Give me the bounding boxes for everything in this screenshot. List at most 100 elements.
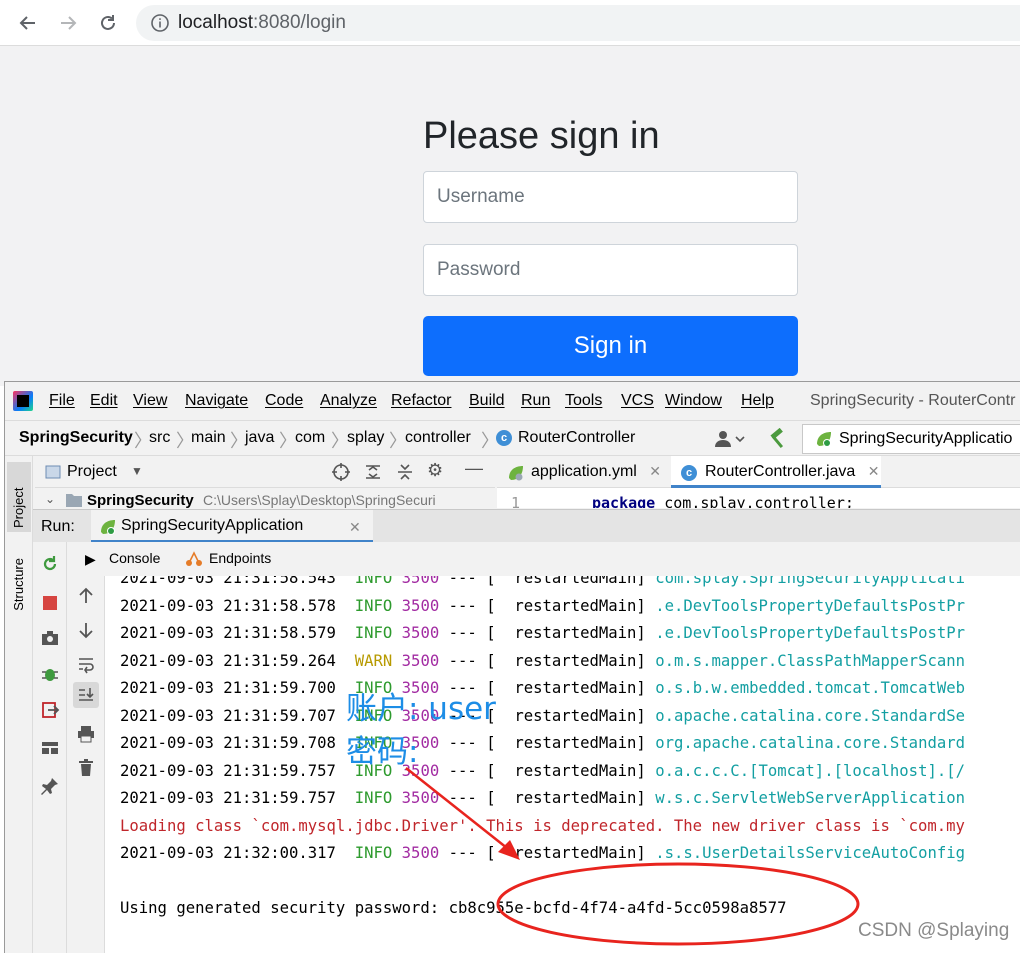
rerun-icon[interactable] [40,554,60,574]
run-toolbar [33,542,67,953]
console-toolbar [67,576,105,953]
print-icon[interactable] [76,724,96,744]
sign-in-button[interactable]: Sign in [423,316,798,376]
menu-window[interactable]: Window [665,392,722,410]
project-root-path: C:\Users\Splay\Desktop\SpringSecuri [203,492,436,508]
menu-refactor[interactable]: Refactor [391,392,451,410]
stop-icon[interactable] [43,596,57,610]
back-button[interactable] [14,9,42,37]
arrow-left-icon [19,16,35,30]
generated-password-line: Using generated security password: cb8c9… [120,899,787,917]
console-output[interactable]: 2021-09-03 21:31:58.543 INFO 3500 --- [ … [105,576,1020,953]
username-input[interactable] [423,171,798,223]
line-number: 1 [511,494,521,508]
exit-icon[interactable] [40,700,60,720]
chevron-down-icon: ⌄ [45,492,56,506]
window-title: SpringSecurity - RouterContr [810,392,1016,409]
log-line: 2021-09-03 21:31:59.707 INFO 3500 --- [ … [120,707,966,725]
breadcrumb-com[interactable]: com [295,429,325,447]
breadcrumb-java[interactable]: java [245,429,274,447]
log-line: 2021-09-03 21:31:59.708 INFO 3500 --- [ … [120,734,966,752]
breadcrumb-src[interactable]: src [149,429,170,447]
url-path: :8080/login [253,12,346,33]
code-line: package com.splay.controller; [592,494,854,508]
info-icon [151,14,169,32]
browser-toolbar: localhost:8080/login [0,0,1020,46]
arrow-up-icon[interactable] [76,586,96,606]
project-panel-header: Project ▼ ⚙ — [35,456,495,488]
menu-run[interactable]: Run [521,392,550,410]
breadcrumb-controller[interactable]: controller [405,429,471,447]
code-editor[interactable]: 1 package com.splay.controller; [497,488,1020,508]
menu-analyze[interactable]: Analyze [320,392,377,410]
menu-vcs[interactable]: VCS [621,392,654,410]
intellij-logo-icon [13,391,33,411]
tab-endpoints[interactable]: Endpoints [209,550,271,566]
minimize-icon[interactable]: — [465,458,483,479]
page-title: Please sign in [423,115,660,157]
soft-wrap-icon[interactable] [76,654,96,674]
reload-button[interactable] [94,9,122,37]
menu-tools[interactable]: Tools [565,392,602,410]
breadcrumb-splay[interactable]: splay [347,429,384,447]
project-root-name: SpringSecurity [87,492,194,508]
run-configuration-select[interactable]: SpringSecurityApplicatio [802,424,1020,454]
collapse-all-icon[interactable] [395,462,415,482]
run-configuration-label: SpringSecurityApplicatio [839,430,1013,447]
run-tab[interactable]: SpringSecurityApplication ✕ [91,510,373,543]
menu-view[interactable]: View [133,392,167,410]
project-tool-tab[interactable]: Project [7,462,31,532]
spring-boot-icon [817,432,831,447]
address-bar[interactable]: localhost:8080/login [136,5,1020,41]
user-icon[interactable] [713,429,747,449]
arrow-right-icon [61,16,77,30]
pin-icon[interactable] [40,776,60,796]
menu-navigate[interactable]: Navigate [185,392,248,410]
tab-application-yml[interactable]: application.yml ✕ [497,456,669,488]
password-input[interactable] [423,244,798,296]
trash-icon[interactable] [76,758,96,778]
expand-all-icon[interactable] [363,462,383,482]
close-icon[interactable]: ✕ [649,463,661,479]
run-tool-window-header: Run: SpringSecurityApplication ✕ [33,509,1020,543]
deprecation-warning-line: Loading class `com.mysql.jdbc.Driver'. T… [120,817,965,835]
chevron-down-icon[interactable]: ▼ [131,464,143,478]
build-hammer-icon[interactable] [767,428,789,450]
arrow-down-icon[interactable] [76,620,96,640]
log-line: 2021-09-03 21:31:59.700 INFO 3500 --- [ … [120,679,966,697]
ide-window: File Edit View Navigate Code Analyze Ref… [4,381,1020,953]
forward-button[interactable] [54,9,82,37]
menu-code[interactable]: Code [265,392,303,410]
menu-file[interactable]: File [49,392,75,410]
project-panel-title[interactable]: Project [67,463,117,481]
url-host: localhost [178,12,253,33]
menu-edit[interactable]: Edit [90,392,118,410]
project-panel-icon [45,465,61,479]
tab-router-controller[interactable]: c RouterController.java ✕ [671,456,881,488]
layout-icon[interactable] [40,738,60,758]
annotation-password: 密码: [346,734,419,770]
structure-tool-tab[interactable]: Structure [7,556,30,613]
yaml-file-icon [509,466,523,481]
editor-tab-bar: application.yml ✕ c RouterController.jav… [497,456,1020,488]
menu-build[interactable]: Build [469,392,505,410]
watermark: CSDN @Splaying [858,920,1010,941]
project-tree-row[interactable]: ⌄ SpringSecurity C:\Users\Splay\Desktop\… [35,488,495,508]
tab-console[interactable]: Console [109,550,160,566]
console-tab-bar: ▶ Console Endpoints [67,542,1020,576]
camera-icon[interactable] [40,628,60,648]
locate-icon[interactable] [331,462,351,482]
debug-bug-icon[interactable] [40,664,60,684]
breadcrumb-main[interactable]: main [191,429,226,447]
breadcrumb-project[interactable]: SpringSecurity [19,429,133,447]
close-icon[interactable]: ✕ [868,463,880,479]
log-line: 2021-09-03 21:31:59.264 WARN 3500 --- [ … [120,652,966,670]
close-icon[interactable]: ✕ [349,519,361,536]
menu-help[interactable]: Help [741,392,774,410]
scroll-to-end-toggle[interactable] [73,682,99,708]
breadcrumb-class[interactable]: RouterController [518,429,635,447]
log-line: 2021-09-03 21:31:58.579 INFO 3500 --- [ … [120,624,966,642]
log-line: 2021-09-03 21:31:59.757 INFO 3500 --- [ … [120,789,966,807]
log-line: 2021-09-03 21:31:58.543 INFO 3500 --- [ … [120,576,966,587]
gear-icon[interactable]: ⚙ [427,460,443,481]
